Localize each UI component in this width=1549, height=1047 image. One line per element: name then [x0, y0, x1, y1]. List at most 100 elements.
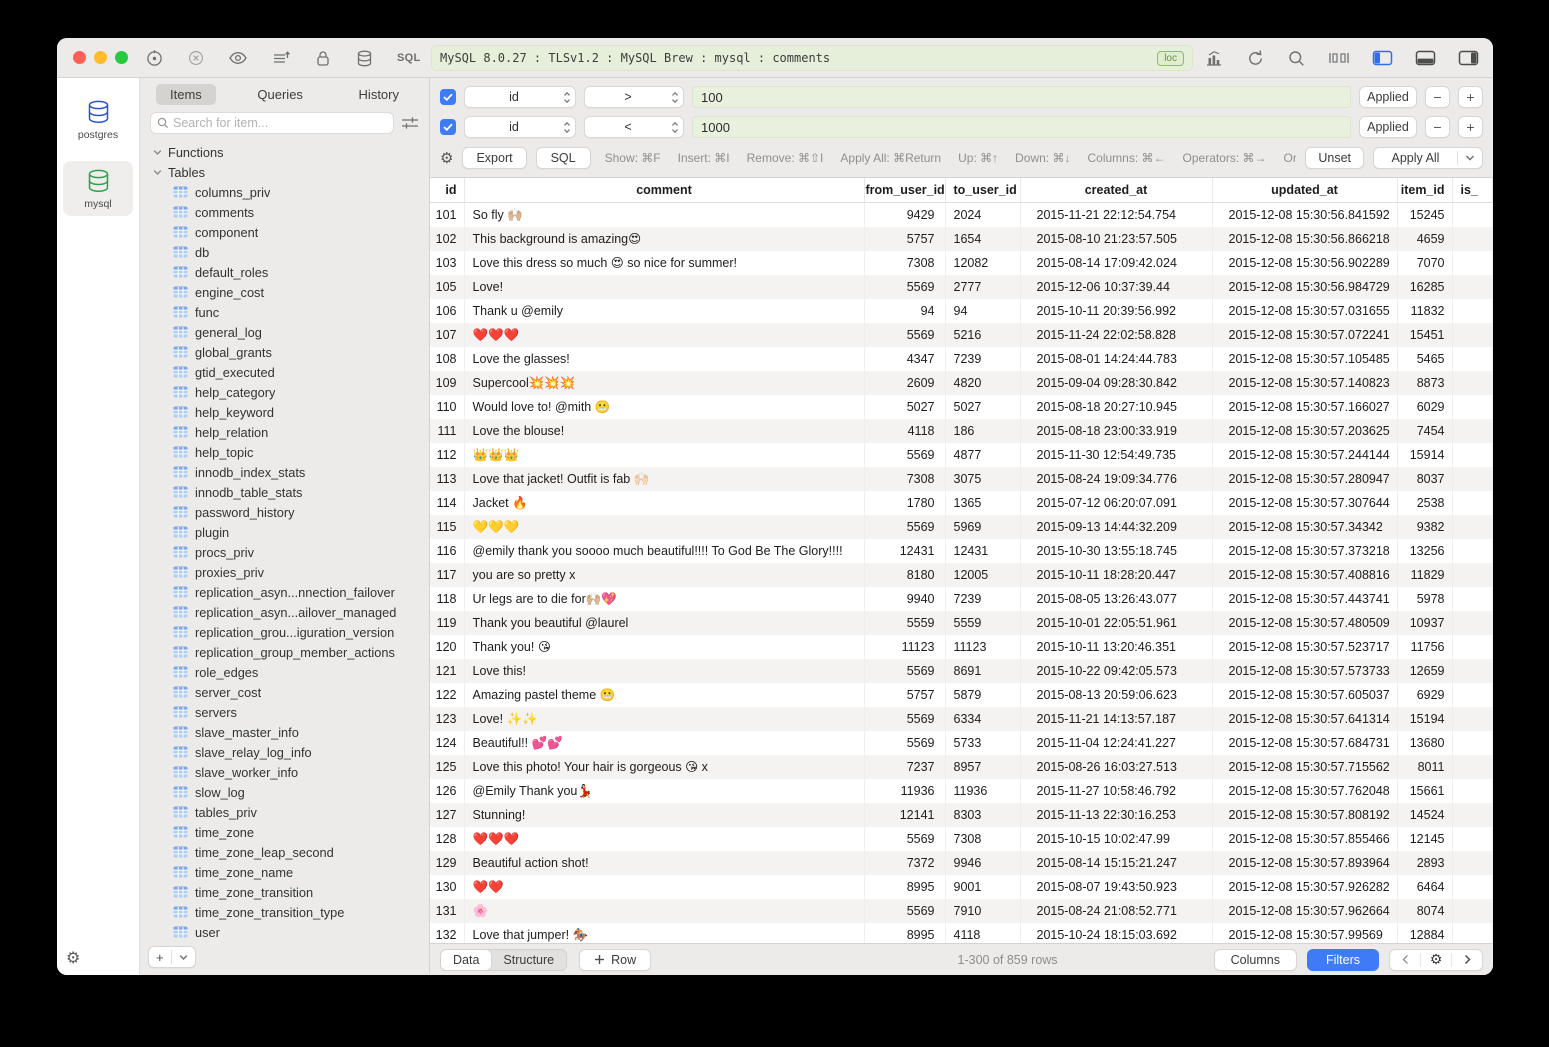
- filter-checkbox[interactable]: [440, 89, 456, 105]
- cell[interactable]: 5978: [1397, 587, 1452, 611]
- cell[interactable]: 2015-12-08 15:30:57.072241: [1212, 323, 1397, 347]
- cell[interactable]: 2015-12-08 15:30:57.480509: [1212, 611, 1397, 635]
- sidebar-table-item[interactable]: slave_relay_log_info: [140, 742, 429, 762]
- cell[interactable]: 5027: [864, 395, 945, 419]
- cell[interactable]: 115: [430, 515, 464, 539]
- cell[interactable]: 2015-12-08 15:30:57.34342: [1212, 515, 1397, 539]
- table-row[interactable]: 125Love this photo! Your hair is gorgeou…: [430, 755, 1493, 779]
- cell[interactable]: 9001: [945, 875, 1020, 899]
- cell[interactable]: 7070: [1397, 251, 1452, 275]
- cell[interactable]: 11936: [945, 779, 1020, 803]
- cell[interactable]: 10937: [1397, 611, 1452, 635]
- cell[interactable]: 5569: [864, 515, 945, 539]
- chart-icon[interactable]: [1204, 49, 1224, 68]
- cell[interactable]: 4659: [1397, 227, 1452, 251]
- table-row[interactable]: 112👑👑👑556948772015-11-30 12:54:49.735201…: [430, 443, 1493, 467]
- cell[interactable]: 4118: [864, 419, 945, 443]
- cell[interactable]: 114: [430, 491, 464, 515]
- sidebar-table-item[interactable]: time_zone_name: [140, 862, 429, 882]
- table-row[interactable]: 122Amazing pastel theme 😬575758792015-08…: [430, 683, 1493, 707]
- sidebar-table-item[interactable]: slave_worker_info: [140, 762, 429, 782]
- table-row[interactable]: 113Love that jacket! Outfit is fab 🙌🏻730…: [430, 467, 1493, 491]
- cell[interactable]: 11123: [945, 635, 1020, 659]
- cell[interactable]: 13256: [1397, 539, 1452, 563]
- cell[interactable]: 2015-12-08 15:30:57.244144: [1212, 443, 1397, 467]
- cell[interactable]: 2015-08-18 23:00:33.919: [1020, 419, 1212, 443]
- table-row[interactable]: 109Supercool💥💥💥260948202015-09-04 09:28:…: [430, 371, 1493, 395]
- table-row[interactable]: 119Thank you beautiful @laurel5559555920…: [430, 611, 1493, 635]
- cell[interactable]: 2015-12-08 15:30:57.684731: [1212, 731, 1397, 755]
- filter-checkbox[interactable]: [440, 119, 456, 135]
- cell[interactable]: [1452, 539, 1493, 563]
- table-row[interactable]: 103Love this dress so much 😍 so nice for…: [430, 251, 1493, 275]
- cell[interactable]: [1452, 875, 1493, 899]
- sidebar-table-item[interactable]: engine_cost: [140, 282, 429, 302]
- filters-button[interactable]: Filters: [1307, 949, 1379, 971]
- cell[interactable]: 2015-12-08 15:30:57.166027: [1212, 395, 1397, 419]
- table-row[interactable]: 130❤️❤️899590012015-08-07 19:43:50.92320…: [430, 875, 1493, 899]
- connection-postgres[interactable]: postgres: [63, 92, 133, 147]
- cell[interactable]: 127: [430, 803, 464, 827]
- search-input[interactable]: Search for item...: [150, 112, 394, 134]
- sidebar-table-item[interactable]: tables_priv: [140, 802, 429, 822]
- cell[interactable]: 4347: [864, 347, 945, 371]
- prev-page-button[interactable]: [1390, 950, 1420, 970]
- sidebar-table-item[interactable]: columns_priv: [140, 182, 429, 202]
- cell[interactable]: 94: [945, 299, 1020, 323]
- zoom-window-button[interactable]: [115, 51, 128, 64]
- cell[interactable]: 2538: [1397, 491, 1452, 515]
- lock-icon[interactable]: [314, 49, 332, 68]
- cell[interactable]: [1452, 515, 1493, 539]
- cell[interactable]: 11832: [1397, 299, 1452, 323]
- cell[interactable]: 2015-12-08 15:30:57.893964: [1212, 851, 1397, 875]
- cell[interactable]: 8011: [1397, 755, 1452, 779]
- cell[interactable]: [1452, 683, 1493, 707]
- cell[interactable]: 2015-11-04 12:24:41.227: [1020, 731, 1212, 755]
- cell[interactable]: 5569: [864, 275, 945, 299]
- cell[interactable]: 2015-10-30 13:55:18.745: [1020, 539, 1212, 563]
- cell[interactable]: [1452, 395, 1493, 419]
- sidebar-table-item[interactable]: time_zone: [140, 822, 429, 842]
- cell[interactable]: Love the blouse!: [464, 419, 864, 443]
- cell[interactable]: 131: [430, 899, 464, 923]
- cell[interactable]: 2015-10-11 20:39:56.992: [1020, 299, 1212, 323]
- table-row[interactable]: 116@emily thank you soooo much beautiful…: [430, 539, 1493, 563]
- cell[interactable]: 5569: [864, 659, 945, 683]
- columns-button[interactable]: Columns: [1214, 949, 1297, 971]
- tab-items[interactable]: Items: [156, 84, 216, 105]
- sidebar-table-item[interactable]: role_edges: [140, 662, 429, 682]
- apply-all-button[interactable]: Apply All: [1373, 147, 1483, 169]
- cell[interactable]: @Emily Thank you💃🏻: [464, 779, 864, 803]
- sidebar-table-item[interactable]: slave_master_info: [140, 722, 429, 742]
- table-row[interactable]: 111Love the blouse!41181862015-08-18 23:…: [430, 419, 1493, 443]
- settings-gear-icon[interactable]: ⚙: [66, 951, 80, 967]
- cell[interactable]: 8873: [1397, 371, 1452, 395]
- cell[interactable]: Love! ✨✨: [464, 707, 864, 731]
- fit-columns-icon[interactable]: [1328, 49, 1350, 67]
- cell[interactable]: 1365: [945, 491, 1020, 515]
- filter-operator-select[interactable]: <: [584, 116, 684, 138]
- page-settings-gear-icon[interactable]: ⚙: [1421, 950, 1451, 970]
- cell[interactable]: 103: [430, 251, 464, 275]
- cell[interactable]: 2015-12-08 15:30:57.203625: [1212, 419, 1397, 443]
- cell[interactable]: 2015-08-14 17:09:42.024: [1020, 251, 1212, 275]
- cell[interactable]: Love that jacket! Outfit is fab 🙌🏻: [464, 467, 864, 491]
- cell[interactable]: 8691: [945, 659, 1020, 683]
- add-filter-button[interactable]: +: [1458, 86, 1483, 108]
- cell[interactable]: [1452, 779, 1493, 803]
- sidebar-table-item[interactable]: global_grants: [140, 342, 429, 362]
- cell[interactable]: 2015-12-06 10:37:39.44: [1020, 275, 1212, 299]
- cell[interactable]: 2015-12-08 15:30:57.523717: [1212, 635, 1397, 659]
- cell[interactable]: 2015-12-08 15:30:57.808192: [1212, 803, 1397, 827]
- cell[interactable]: [1452, 707, 1493, 731]
- cell[interactable]: [1452, 923, 1493, 944]
- cell[interactable]: 15194: [1397, 707, 1452, 731]
- cell[interactable]: ❤️❤️❤️: [464, 827, 864, 851]
- cell[interactable]: 12005: [945, 563, 1020, 587]
- cell[interactable]: 11123: [864, 635, 945, 659]
- cell[interactable]: 2015-10-01 22:05:51.961: [1020, 611, 1212, 635]
- filter-slider-icon[interactable]: [401, 116, 419, 130]
- cell[interactable]: 110: [430, 395, 464, 419]
- cell[interactable]: 11829: [1397, 563, 1452, 587]
- sidebar-table-item[interactable]: replication_group_member_actions: [140, 642, 429, 662]
